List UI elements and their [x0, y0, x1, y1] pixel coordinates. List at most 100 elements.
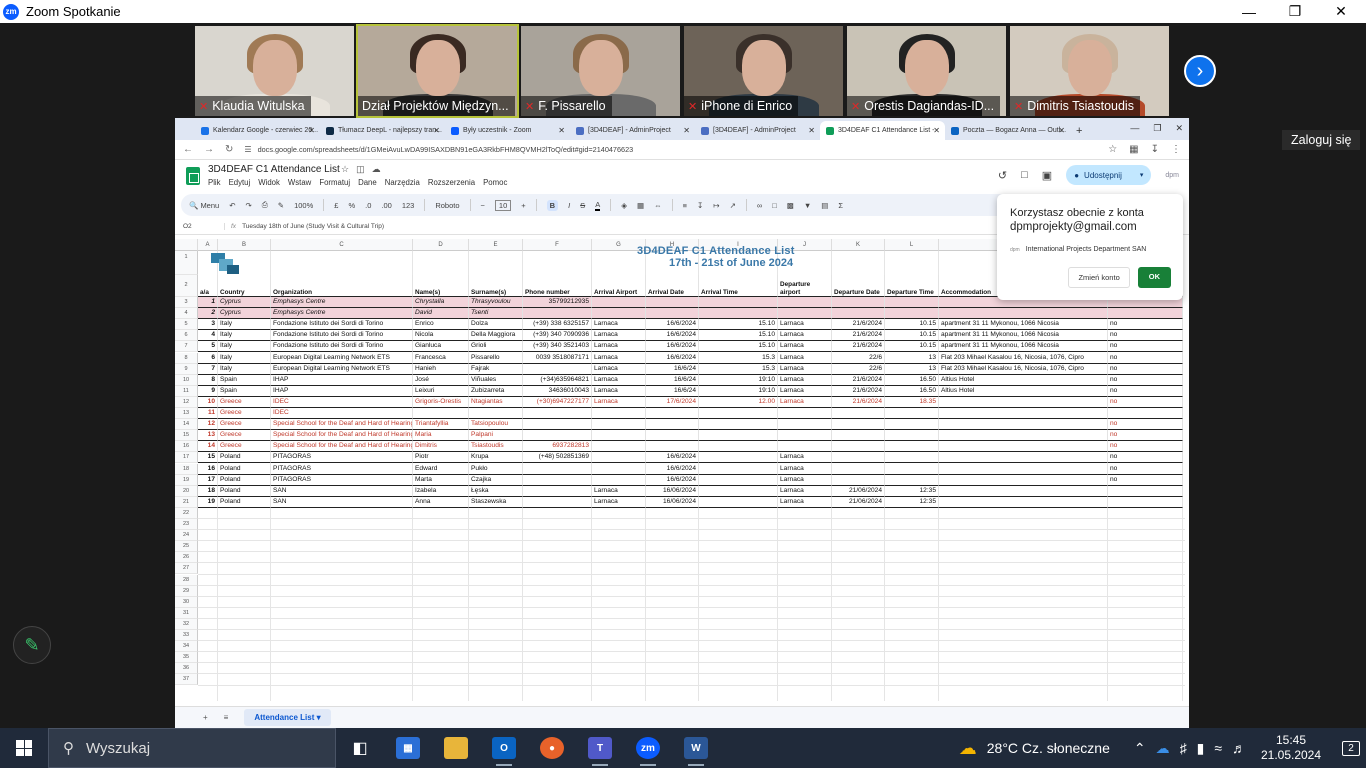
participant-tile[interactable]: ✕ Orestis Dagiandas-ID... — [847, 26, 1006, 116]
table-cell[interactable]: 16.50 — [885, 385, 939, 397]
table-cell[interactable]: Gianluca — [413, 341, 469, 353]
volume-icon[interactable]: ♬ — [1232, 740, 1246, 756]
table-cell[interactable]: no — [1108, 385, 1183, 397]
table-header-cell[interactable]: Departure airport — [778, 275, 832, 297]
increase-decimal[interactable]: .00 — [381, 201, 391, 210]
table-cell[interactable] — [885, 441, 939, 453]
table-cell[interactable]: 34636010043 — [523, 385, 592, 397]
table-cell[interactable]: Larnaca — [778, 352, 832, 364]
table-cell[interactable] — [778, 430, 832, 442]
table-cell[interactable]: Italy — [218, 330, 271, 342]
column-header[interactable]: B — [218, 239, 271, 251]
table-cell[interactable]: Fondazione Istituto dei Sordi di Torino — [271, 341, 413, 353]
decrease-decimal[interactable]: .0 — [365, 201, 371, 210]
row-header[interactable]: 34 — [175, 641, 198, 653]
weather-text[interactable]: 28°C Cz. słoneczne — [987, 740, 1110, 756]
table-cell[interactable]: 10.15 — [885, 330, 939, 342]
table-cell[interactable] — [832, 419, 885, 431]
table-cell[interactable] — [699, 452, 778, 464]
rotate-icon[interactable]: ↗ — [730, 201, 736, 210]
table-cell[interactable]: Piotr — [413, 452, 469, 464]
table-cell[interactable]: Poland — [218, 485, 271, 497]
table-cell[interactable] — [699, 474, 778, 486]
table-cell[interactable] — [885, 463, 939, 475]
task-view-icon[interactable]: ◧ — [336, 728, 384, 768]
table-cell[interactable]: Marta — [413, 474, 469, 486]
table-header-cell[interactable]: Departure Time — [885, 275, 939, 297]
table-cell[interactable]: Larnaca — [778, 474, 832, 486]
table-cell[interactable] — [413, 408, 469, 420]
onedrive-icon[interactable]: ☁ — [1156, 740, 1170, 757]
zoom-taskbar-icon[interactable]: zm — [624, 728, 672, 768]
minimize-button[interactable]: — — [1226, 0, 1272, 23]
table-cell[interactable] — [778, 297, 832, 309]
tab-close-icon[interactable]: ✕ — [933, 126, 940, 135]
table-cell[interactable]: Czajka — [469, 474, 523, 486]
table-cell[interactable]: Tsenti — [469, 308, 523, 320]
table-cell[interactable]: Fajrak — [469, 363, 523, 375]
table-cell[interactable] — [832, 474, 885, 486]
table-cell[interactable] — [699, 297, 778, 309]
menu-item[interactable]: Wstaw — [288, 178, 311, 187]
table-cell[interactable] — [885, 419, 939, 431]
table-cell[interactable] — [699, 496, 778, 508]
column-header[interactable]: C — [271, 239, 413, 251]
table-cell[interactable]: Anna — [413, 496, 469, 508]
table-cell[interactable]: 13 — [885, 363, 939, 375]
table-cell[interactable]: 35799212935 — [523, 297, 592, 309]
table-cell[interactable]: 13 — [885, 352, 939, 364]
participant-tile[interactable]: Dział Projektów Międzyn... — [356, 24, 519, 118]
table-cell[interactable]: European Digital Learning Network ETS — [271, 363, 413, 375]
change-account-button[interactable]: Zmień konto — [1068, 267, 1130, 288]
table-cell[interactable]: 21/6/2024 — [832, 374, 885, 386]
insert-comment-icon[interactable]: □ — [772, 201, 777, 210]
table-cell[interactable] — [939, 430, 1108, 442]
table-header-cell[interactable]: Arrival Airport — [592, 275, 646, 297]
table-cell[interactable]: Larnaca — [592, 341, 646, 353]
table-cell[interactable] — [699, 441, 778, 453]
table-cell[interactable]: Poland — [218, 496, 271, 508]
annotate-pencil-icon[interactable]: ✎ — [13, 626, 51, 664]
table-header-cell[interactable]: Arrival Date — [646, 275, 699, 297]
table-header-cell[interactable]: Surname(s) — [469, 275, 523, 297]
row-header[interactable]: 25 — [175, 541, 198, 553]
table-cell[interactable]: 13 — [198, 430, 218, 442]
history-icon[interactable]: ↺ — [998, 169, 1007, 182]
table-cell[interactable]: Greece — [218, 441, 271, 453]
font-size-input[interactable]: 10 — [494, 199, 512, 211]
table-cell[interactable]: Nicola — [413, 330, 469, 342]
column-header[interactable]: K — [832, 239, 885, 251]
table-cell[interactable]: no — [1108, 452, 1183, 464]
table-cell[interactable] — [523, 485, 592, 497]
table-cell[interactable]: Larnaca — [592, 330, 646, 342]
table-cell[interactable] — [1108, 308, 1183, 320]
row-header[interactable]: 14 — [175, 419, 198, 431]
browser-tab[interactable]: Tłumacz DeepL - najlepszy tran... ✕ — [320, 121, 445, 140]
row-header[interactable]: 8 — [175, 352, 198, 364]
menu-item[interactable]: Rozszerzenia — [428, 178, 475, 187]
table-cell[interactable] — [592, 441, 646, 453]
table-cell[interactable] — [646, 419, 699, 431]
table-cell[interactable] — [832, 297, 885, 309]
table-cell[interactable]: Viñuales — [469, 374, 523, 386]
table-cell[interactable]: European Digital Learning Network ETS — [271, 352, 413, 364]
table-cell[interactable]: 12.00 — [699, 396, 778, 408]
table-cell[interactable]: no — [1108, 396, 1183, 408]
table-header-cell[interactable]: Phone number — [523, 275, 592, 297]
row-header[interactable]: 20 — [175, 485, 198, 497]
table-cell[interactable]: 16/06/2024 — [646, 496, 699, 508]
table-cell[interactable]: Greece — [218, 396, 271, 408]
table-cell[interactable]: Poland — [218, 463, 271, 475]
align-icon[interactable]: ≡ — [683, 201, 687, 210]
chart-icon[interactable]: ▩ — [787, 201, 794, 210]
table-cell[interactable]: Ntagiantas — [469, 396, 523, 408]
table-cell[interactable]: 2 — [198, 308, 218, 320]
browser-maximize-button[interactable]: ❐ — [1153, 123, 1161, 134]
tray-chevron-icon[interactable]: ⌃ — [1134, 740, 1146, 757]
row-header[interactable]: 17 — [175, 452, 198, 464]
table-cell[interactable] — [778, 308, 832, 320]
table-cell[interactable]: Cyprus — [218, 297, 271, 309]
table-cell[interactable]: Flat 203 Mihael Kasalou 16, Nicosia, 107… — [939, 363, 1108, 375]
table-cell[interactable]: PITAGORAS — [271, 463, 413, 475]
table-cell[interactable]: (+30)6947227177 — [523, 396, 592, 408]
